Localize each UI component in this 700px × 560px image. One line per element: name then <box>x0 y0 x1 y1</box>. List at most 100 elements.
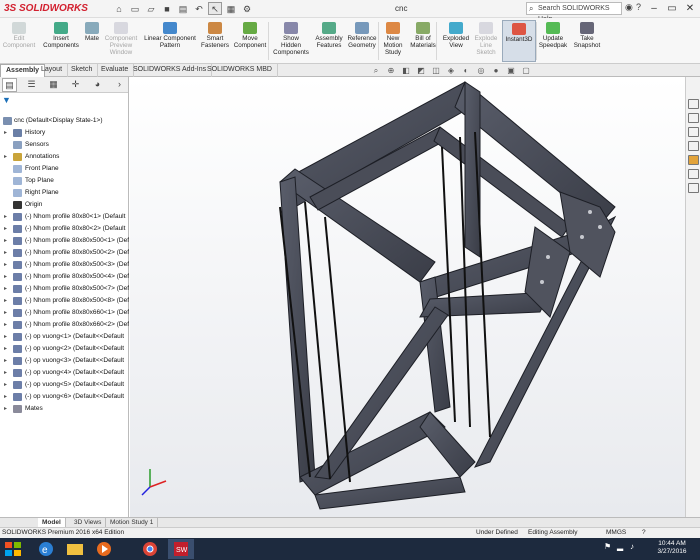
tray-flag-icon[interactable]: ⚑ <box>604 542 611 551</box>
tree-item-plane[interactable]: Front Plane <box>0 163 129 175</box>
previous-view-icon[interactable]: ◧ <box>400 66 412 76</box>
tab-sketch[interactable]: Sketch <box>66 64 99 77</box>
tree-item-part[interactable]: ▸ (-) Nhom profile 80x80<2> (Default <box>0 223 129 235</box>
insert-components-button[interactable]: Insert Components <box>38 20 84 62</box>
tray-volume-icon[interactable]: ♪ <box>630 542 634 551</box>
tree-item-part[interactable]: ▸ (-) Nhom profile 80x80x500<7> (Def <box>0 283 129 295</box>
chrome-icon[interactable] <box>137 539 163 559</box>
property-manager-tab-icon[interactable]: ☰ <box>24 78 39 92</box>
expand-arrow-icon[interactable]: ▸ <box>4 307 10 319</box>
user-icon[interactable]: ◉ <box>625 2 633 13</box>
dynamic-annotation-icon[interactable]: ◫ <box>430 66 442 76</box>
status-units[interactable]: MMGS <box>606 528 626 538</box>
dimxpert-tab-icon[interactable]: ✛ <box>68 78 83 92</box>
speedpak-button[interactable]: Update Speedpak <box>538 20 568 62</box>
instant3d-button[interactable]: Instant3D <box>502 20 536 62</box>
move-component-button[interactable]: Move Component <box>232 20 268 62</box>
tree-item-part[interactable]: ▸ (-) Nhom profile 80x80<1> (Default <box>0 211 129 223</box>
reference-geometry-button[interactable]: Reference Geometry <box>346 20 378 62</box>
select-pointer-icon[interactable]: ↖ <box>208 2 222 15</box>
expand-arrow-icon[interactable]: ▸ <box>4 127 10 139</box>
expand-arrow-icon[interactable]: ▸ <box>4 283 10 295</box>
expand-arrow-icon[interactable]: ▸ <box>4 403 10 415</box>
expand-arrow-icon[interactable]: ▸ <box>4 247 10 259</box>
taskbar-clock[interactable]: 10:44 AM 3/27/2016 <box>652 540 692 556</box>
smart-fasteners-button[interactable]: Smart Fasteners <box>200 20 230 62</box>
save-icon[interactable]: ■ <box>160 2 174 15</box>
tab-solidworks-mbd[interactable]: SOLIDWORKS MBD <box>202 64 278 77</box>
rebuild-icon[interactable]: ▦ <box>224 2 238 15</box>
bom-button[interactable]: Bill of Materials <box>408 20 438 62</box>
expand-arrow-icon[interactable]: ▸ <box>4 223 10 235</box>
tree-item-origin[interactable]: Origin <box>0 199 129 211</box>
tree-item-part[interactable]: ▸ (-) op vuong<2> (Default<<Default <box>0 343 129 355</box>
zoom-fit-icon[interactable]: ⌕ <box>370 66 382 76</box>
new-document-icon[interactable]: ▭ <box>128 2 142 15</box>
tree-item-part[interactable]: ▸ (-) Nhom profile 80x80x500<8> (Def <box>0 295 129 307</box>
home-icon[interactable]: ⌂ <box>112 2 126 15</box>
undo-icon[interactable]: ↶ <box>192 2 206 15</box>
view-orientation-icon[interactable]: ◈ <box>445 66 457 76</box>
solidworks-resources-icon[interactable] <box>688 99 699 109</box>
expand-arrow-icon[interactable]: ▸ <box>4 391 10 403</box>
scene-icon[interactable]: ▣ <box>505 66 517 76</box>
expand-arrow-icon[interactable]: ▸ <box>4 355 10 367</box>
tree-item-part[interactable]: ▸ (-) op vuong<5> (Default<<Default <box>0 379 129 391</box>
status-help-icon[interactable]: ? <box>642 528 646 538</box>
expand-arrow-icon[interactable]: ▸ <box>4 379 10 391</box>
tree-item-part[interactable]: ▸ (-) Nhom profile 80x80x500<2> (Def <box>0 247 129 259</box>
view-settings-icon[interactable]: ▢ <box>520 66 532 76</box>
snapshot-button[interactable]: Take Snapshot <box>570 20 604 62</box>
mate-button[interactable]: Mate <box>84 20 100 62</box>
exploded-view-button[interactable]: Exploded View <box>440 20 472 62</box>
help-question-icon[interactable]: ? <box>636 2 641 12</box>
hide-show-icon[interactable]: ◎ <box>475 66 487 76</box>
close-button[interactable]: ✕ <box>680 0 700 17</box>
file-explorer-icon[interactable] <box>688 127 699 137</box>
filter-icon[interactable]: ▼ <box>2 95 11 105</box>
solidworks-taskbar-icon[interactable]: SW <box>168 539 194 559</box>
expand-arrow-icon[interactable]: ▸ <box>4 343 10 355</box>
tree-root-assembly[interactable]: cnc (Default<Display State-1>) <box>0 115 129 127</box>
options-gear-icon[interactable]: ⚙ <box>240 2 254 15</box>
expand-arrow-icon[interactable]: ▸ <box>4 331 10 343</box>
tree-item-part[interactable]: ▸ (-) op vuong<6> (Default<<Default <box>0 391 129 403</box>
tree-item-part[interactable]: ▸ (-) Nhom profile 80x80x500<3> (Def <box>0 259 129 271</box>
custom-properties-icon[interactable] <box>688 169 699 179</box>
tree-item-part[interactable]: ▸ (-) Nhom profile 80x80x660<1> (Def <box>0 307 129 319</box>
media-player-icon[interactable] <box>91 539 117 559</box>
tree-item-part[interactable]: ▸ (-) Nhom profile 80x80x500<1> (Def <box>0 235 129 247</box>
windows-start-icon[interactable] <box>4 541 22 557</box>
print-icon[interactable]: ▤ <box>176 2 190 15</box>
expand-arrow-icon[interactable]: ▸ <box>4 319 10 331</box>
graphics-area[interactable] <box>130 77 685 517</box>
expand-arrow-icon[interactable]: ▸ <box>4 295 10 307</box>
display-manager-tab-icon[interactable]: ◕ <box>90 78 105 92</box>
configuration-manager-tab-icon[interactable]: ▦ <box>46 78 61 92</box>
help-search-input[interactable]: ⌕ Search SOLIDWORKS Help <box>526 2 622 23</box>
tray-network-icon[interactable]: ▂ <box>617 542 623 551</box>
expand-arrow-icon[interactable]: ▸ <box>4 259 10 271</box>
tree-item-part[interactable]: ▸ (-) op vuong<1> (Default<<Default <box>0 331 129 343</box>
tree-item-plane[interactable]: Top Plane <box>0 175 129 187</box>
cnc-frame-model[interactable] <box>130 77 685 517</box>
display-style-icon[interactable]: ◐ <box>460 66 472 76</box>
file-explorer-taskbar-icon[interactable] <box>62 539 88 559</box>
maximize-button[interactable]: ▭ <box>662 0 682 17</box>
tree-item-sensors[interactable]: Sensors <box>0 139 129 151</box>
tree-item-plane[interactable]: Right Plane <box>0 187 129 199</box>
assembly-features-button[interactable]: Assembly Features <box>314 20 344 62</box>
tree-item-part[interactable]: ▸ (-) op vuong<3> (Default<<Default <box>0 355 129 367</box>
zoom-area-icon[interactable]: ⊕ <box>385 66 397 76</box>
tab-layout[interactable]: Layout <box>36 64 69 77</box>
linear-pattern-button[interactable]: Linear Component Pattern <box>142 20 198 62</box>
panel-expand-icon[interactable]: › <box>112 78 127 92</box>
forum-icon[interactable] <box>688 183 699 193</box>
view-palette-icon[interactable] <box>688 141 699 151</box>
edit-component-button[interactable]: Edit Component <box>2 20 36 62</box>
design-library-icon[interactable] <box>688 113 699 123</box>
feature-tree-tab-icon[interactable]: ▤ <box>2 78 17 92</box>
tree-item-history[interactable]: ▸ History <box>0 127 129 139</box>
tree-item-part[interactable]: ▸ (-) op vuong<4> (Default<<Default <box>0 367 129 379</box>
expand-arrow-icon[interactable]: ▸ <box>4 271 10 283</box>
